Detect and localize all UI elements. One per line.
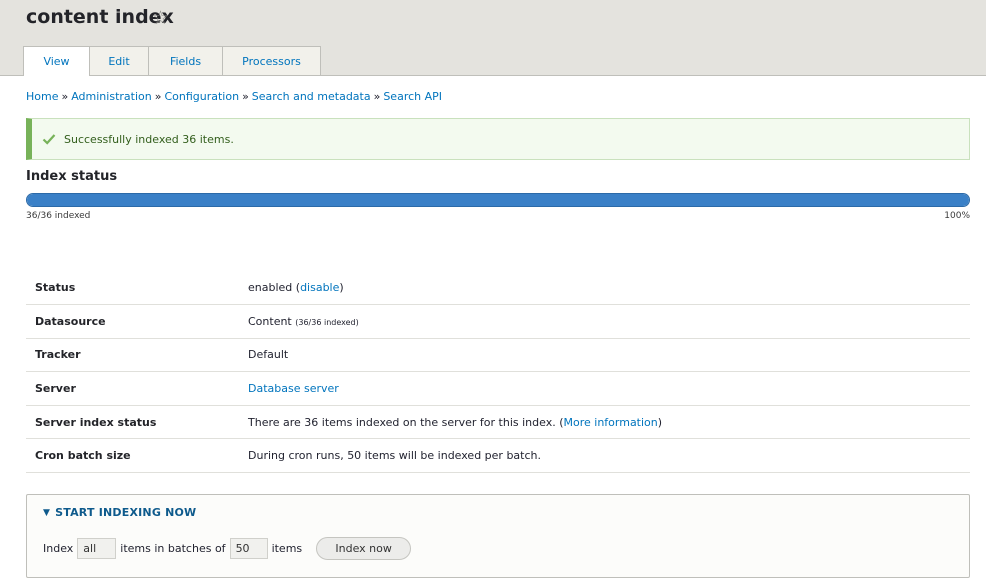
database-server-link[interactable]: Database server xyxy=(248,382,339,395)
status-message: Successfully indexed 36 items. xyxy=(26,118,970,160)
breadcrumb-separator: » xyxy=(61,90,69,103)
status-value-text: enabled ( xyxy=(248,281,301,295)
breadcrumb-separator: » xyxy=(242,90,249,103)
server-index-status-value: There are 36 items indexed on the server… xyxy=(248,405,970,439)
breadcrumb-configuration[interactable]: Configuration xyxy=(164,90,239,103)
tab-processors[interactable]: Processors xyxy=(222,46,321,75)
breadcrumb-separator: » xyxy=(154,90,162,103)
breadcrumb-search-and-metadata[interactable]: Search and metadata xyxy=(252,90,371,103)
tracker-value: Default xyxy=(248,348,289,362)
breadcrumb-separator: » xyxy=(373,90,381,103)
status-value-suffix: ) xyxy=(339,281,344,295)
status-value: enabled (disable) xyxy=(248,271,970,305)
start-indexing-toggle[interactable]: ▼ START INDEXING NOW xyxy=(43,506,196,519)
start-indexing-fieldset: ▼ START INDEXING NOW Index items in batc… xyxy=(26,494,970,578)
check-icon xyxy=(42,134,56,145)
breadcrumb: Home» Administration» Configuration» Search… xyxy=(26,90,442,103)
more-information-link[interactable]: More information xyxy=(564,416,658,429)
batch-size-input[interactable] xyxy=(229,538,268,559)
table-row: Server index status There are 36 items i… xyxy=(26,405,970,439)
tab-fields[interactable]: Fields xyxy=(148,46,223,75)
breadcrumb-home[interactable]: Home xyxy=(26,90,58,103)
index-details-table: Status enabled (disable) Datasource Cont… xyxy=(26,271,970,473)
items-count-input[interactable] xyxy=(77,538,117,559)
server-label: Server xyxy=(35,382,76,396)
datasource-name: Content xyxy=(248,314,292,328)
tab-view[interactable]: View xyxy=(23,46,90,76)
index-now-button[interactable]: Index now xyxy=(316,537,412,560)
triangle-down-icon: ▼ xyxy=(43,507,51,518)
primary-tabs: View Edit Fields Processors xyxy=(23,46,321,76)
server-index-status-label: Server index status xyxy=(35,415,157,429)
start-indexing-legend: START INDEXING NOW xyxy=(55,506,197,519)
index-progress-bar xyxy=(26,193,970,207)
breadcrumb-administration[interactable]: Administration xyxy=(71,90,152,103)
cron-batch-size-label: Cron batch size xyxy=(35,449,131,463)
index-label: Index xyxy=(43,542,74,555)
page-header: content index ☆ View Edit Fields Process… xyxy=(0,0,986,76)
datasource-detail: (36/36 indexed) xyxy=(295,317,359,327)
table-row: Datasource Content (36/36 indexed) xyxy=(26,305,970,339)
server-value: Database server xyxy=(248,372,970,406)
index-controls: Index items in batches of items Index no… xyxy=(43,537,412,560)
tracker-label: Tracker xyxy=(35,348,81,362)
status-label: Status xyxy=(35,281,76,295)
datasource-value: Content (36/36 indexed) xyxy=(248,305,970,339)
disable-link[interactable]: disable xyxy=(300,281,339,294)
index-progress-fill xyxy=(27,194,969,206)
server-index-status-text: There are 36 items indexed on the server… xyxy=(248,415,564,429)
index-progress-label: 36/36 indexed xyxy=(26,211,91,221)
index-status-title: Index status xyxy=(26,169,118,184)
status-message-text: Successfully indexed 36 items. xyxy=(64,132,234,146)
table-row: Cron batch size During cron runs, 50 ite… xyxy=(26,439,970,473)
batches-label: items in batches of xyxy=(120,542,226,555)
items-label: items xyxy=(271,542,303,555)
cron-batch-size-value: During cron runs, 50 items will be index… xyxy=(248,449,541,463)
tab-edit[interactable]: Edit xyxy=(89,46,149,75)
server-index-status-suffix: ) xyxy=(657,415,663,429)
breadcrumb-search-api[interactable]: Search API xyxy=(383,90,442,103)
index-progress-percent: 100% xyxy=(944,211,970,221)
star-outline-icon[interactable]: ☆ xyxy=(152,7,169,29)
datasource-label: Datasource xyxy=(35,314,106,328)
table-row: Status enabled (disable) xyxy=(26,271,970,305)
table-row: Tracker Default xyxy=(26,338,970,372)
table-row: Server Database server xyxy=(26,372,970,406)
